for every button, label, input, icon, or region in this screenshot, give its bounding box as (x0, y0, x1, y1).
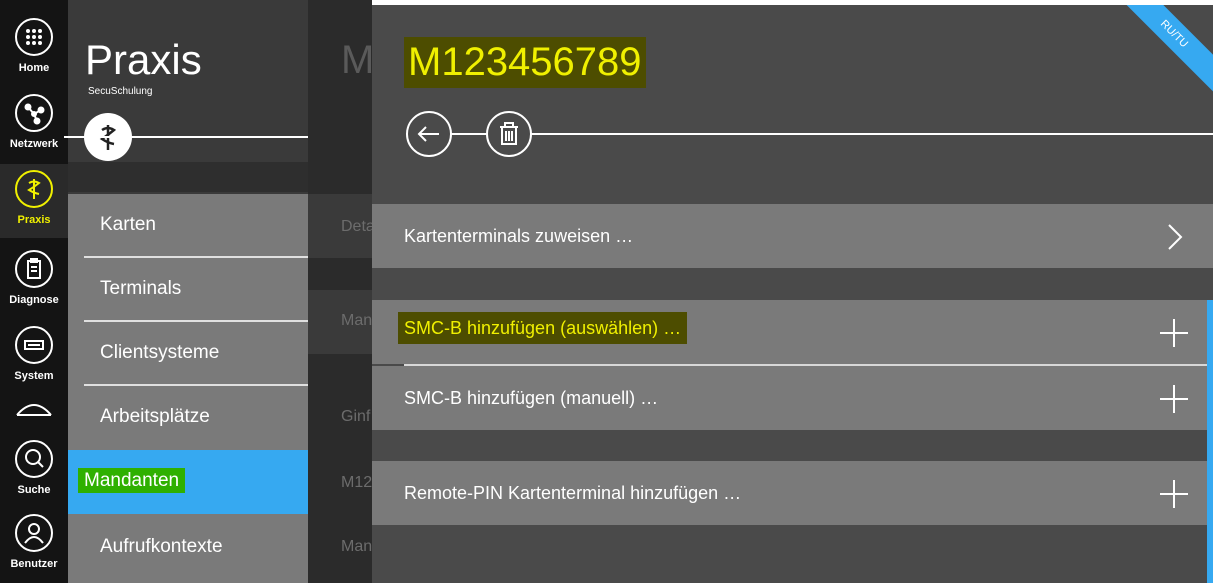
rail-item-benutzer[interactable]: Benutzer (0, 514, 68, 583)
scroll-indicator (1207, 300, 1213, 583)
background-text: Ginf (341, 408, 371, 425)
nav-item-arbeitsplaetze[interactable]: Arbeitsplätze (68, 386, 308, 450)
rail-item-dome[interactable] (0, 395, 68, 425)
nav-item-karten[interactable]: Karten (68, 194, 308, 258)
nav-label: Mandanten (78, 468, 186, 493)
rail-item-praxis[interactable]: Praxis (0, 164, 68, 238)
rail-item-system[interactable]: System (0, 326, 68, 402)
page-title: M123456789 (404, 37, 646, 88)
rail-label: Suche (17, 484, 51, 496)
row-label: SMC-B hinzufügen (manuell) … (404, 388, 659, 408)
nav-label: Aufrufkontexte (100, 536, 223, 557)
background-text: Man (341, 312, 372, 329)
row-remote-pin[interactable]: Remote-PIN Kartenterminal hinzufügen … (372, 461, 1213, 525)
background-text: Man (341, 538, 372, 555)
row-smcb-select[interactable]: SMC-B hinzufügen (auswählen) … (372, 300, 1213, 364)
rail-label: Diagnose (9, 294, 59, 306)
nav-item-mandanten[interactable]: Mandanten (68, 450, 308, 514)
rail-label: Netzwerk (9, 138, 59, 150)
nav-item-aufrufkontexte[interactable]: Aufrufkontexte (68, 514, 308, 583)
network-icon (15, 94, 53, 132)
keyboard-icon (15, 326, 53, 364)
nav-label-wrap: Mandanten (78, 468, 186, 493)
nav-label: Clientsysteme (100, 342, 220, 363)
nav-item-terminals[interactable]: Terminals (68, 258, 308, 322)
plus-icon (1160, 385, 1188, 413)
back-button[interactable] (406, 111, 452, 157)
praxis-panel: Praxis SecuSchulung Karten Terminals Cli… (68, 0, 308, 583)
background-text: Deta (341, 218, 372, 235)
search-icon (15, 440, 53, 478)
rail-item-diagnose[interactable]: Diagnose (0, 250, 68, 326)
background-text: M12 (341, 474, 372, 491)
row-smcb-manual[interactable]: SMC-B hinzufügen (manuell) … (372, 366, 1213, 430)
panel-divider-line (64, 136, 308, 138)
panel-title: Praxis (85, 36, 202, 83)
row-assign-terminals[interactable]: Kartenterminals zuweisen … (372, 204, 1213, 268)
grid-icon (15, 18, 53, 56)
nav-item-clientsysteme[interactable]: Clientsysteme (68, 322, 308, 386)
rail-label: System (14, 370, 54, 382)
background-list: M Deta Man Ginf M12 Man (308, 0, 372, 583)
trash-icon (500, 122, 518, 145)
rail-item-suche[interactable]: Suche (0, 440, 68, 516)
nav-label: Karten (100, 214, 156, 235)
row-label: Kartenterminals zuweisen … (404, 226, 634, 246)
rail-label: Home (18, 62, 50, 74)
corner-ribbon: RU/TU (1111, 5, 1213, 97)
dome-icon (16, 404, 52, 416)
rail-label: Praxis (17, 214, 51, 226)
delete-button[interactable] (486, 111, 532, 157)
clipboard-icon (15, 250, 53, 288)
row-label-wrap: SMC-B hinzufügen (auswählen) … (398, 312, 688, 344)
user-icon (15, 514, 53, 552)
arrow-left-icon (417, 126, 439, 142)
detail-panel: M123456789 RU/TU Kartenterminals zuweise… (372, 5, 1213, 583)
rail-item-home[interactable]: Home (0, 18, 68, 94)
chevron-right-icon (1168, 224, 1183, 250)
plus-icon (1160, 480, 1188, 508)
plus-icon (1160, 319, 1188, 347)
rail-label: Benutzer (10, 558, 58, 570)
row-label: SMC-B hinzufügen (auswählen) … (398, 312, 688, 344)
nav-label: Terminals (100, 278, 182, 299)
panel-band (68, 162, 308, 192)
background-title: M (341, 38, 372, 82)
panel-subtitle: SecuSchulung (88, 86, 153, 97)
caduceus-icon (15, 170, 53, 208)
nav-label: Arbeitsplätze (100, 406, 210, 427)
row-label: Remote-PIN Kartenterminal hinzufügen … (404, 483, 742, 503)
icon-rail: Home Netzwerk Praxis Diagnose System Suc… (0, 0, 68, 583)
rail-item-netzwerk[interactable]: Netzwerk (0, 94, 68, 170)
